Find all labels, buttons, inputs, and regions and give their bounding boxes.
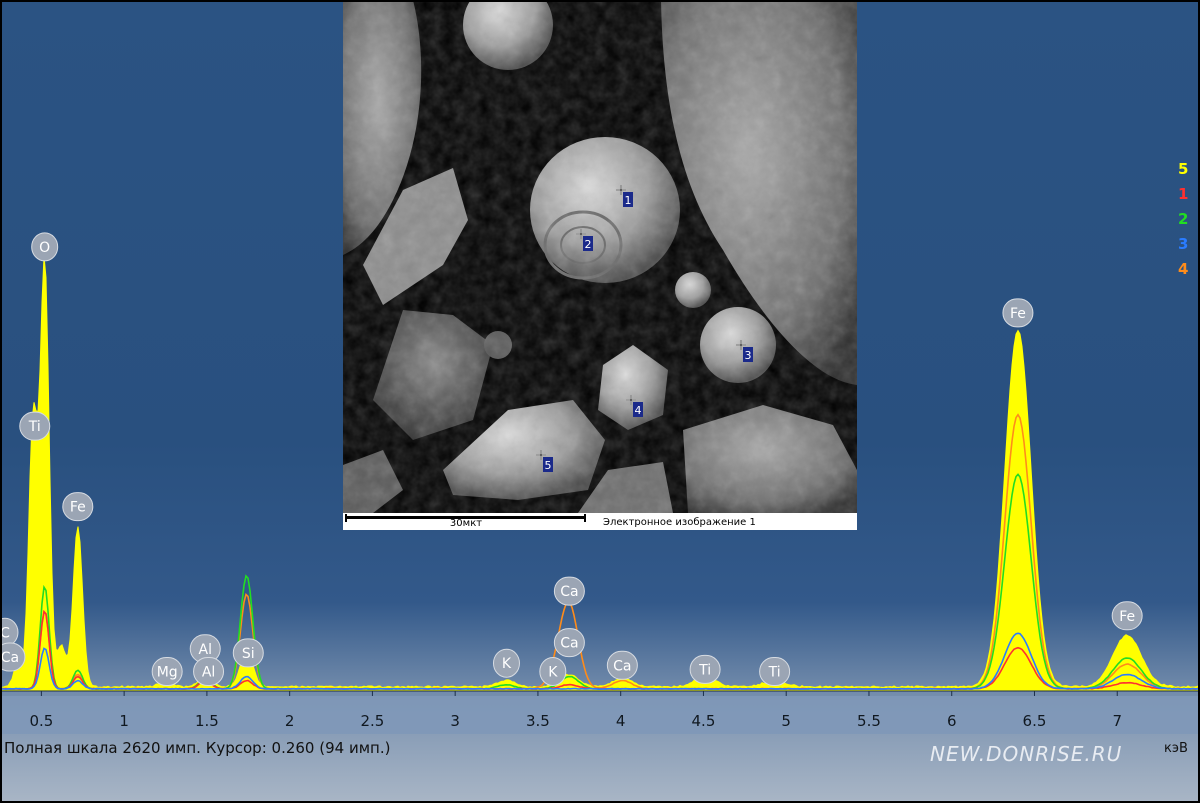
x-tick-label: 1.5	[195, 712, 219, 730]
x-tick-label: 3	[450, 712, 460, 730]
label-text: Al	[199, 642, 212, 658]
element-label-fe: Fe	[62, 492, 94, 522]
point-number: 2	[585, 238, 592, 251]
particles	[343, 0, 857, 513]
legend-item-3: 3	[1178, 235, 1189, 253]
sem-image-panel: 1 2 3 4 5 30мкт Электронное изображение 1	[343, 0, 857, 530]
element-label-fe: Fe	[1111, 601, 1143, 631]
x-tick-label: 3.5	[526, 712, 550, 730]
status-readout: Полная шкала 2620 имп. Курсор: 0.260 (94…	[4, 739, 391, 757]
element-label-c: C	[0, 617, 19, 647]
label-text: Ca	[1, 650, 19, 666]
x-tick-label: 0.5	[29, 712, 53, 730]
label-text: O	[39, 240, 50, 256]
label-text: Si	[242, 646, 255, 662]
label-text: Ti	[28, 419, 41, 435]
x-axis-band	[0, 696, 1200, 734]
label-text: Fe	[1119, 609, 1135, 625]
sem-micrograph: 1 2 3 4 5	[343, 0, 857, 513]
label-text: Ti	[698, 662, 711, 678]
legend-item-4: 4	[1178, 260, 1189, 278]
label-text: Fe	[70, 500, 86, 516]
sem-footer: 30мкт Электронное изображение 1	[343, 513, 857, 530]
legend-item-2: 2	[1178, 210, 1189, 228]
point-number: 1	[625, 194, 632, 207]
element-label-ca: Ca	[553, 576, 585, 606]
point-number: 5	[545, 459, 552, 472]
label-text: Ca	[560, 584, 578, 600]
legend-item-5: 5	[1178, 160, 1189, 178]
element-label-ti: Ti	[19, 411, 51, 441]
label-text: C	[0, 625, 10, 641]
element-label-fe: Fe	[1002, 298, 1034, 328]
legend-item-1: 1	[1178, 185, 1189, 203]
watermark: NEW.DONRISE.RU	[930, 742, 1123, 766]
element-label-o: O	[31, 232, 59, 262]
element-label-ca: Ca	[606, 650, 638, 680]
x-tick-label: 6	[947, 712, 957, 730]
label-text: Ca	[560, 636, 578, 652]
x-tick-label: 5	[781, 712, 791, 730]
element-label-ti: Ti	[689, 654, 721, 684]
x-tick-label: 4.5	[692, 712, 716, 730]
x-axis-unit: кэВ	[1164, 741, 1188, 756]
scale-bar-label: 30мкт	[449, 518, 483, 529]
element-label-k: K	[492, 648, 520, 678]
label-text: Mg	[157, 664, 178, 680]
element-label-mg: Mg	[151, 656, 183, 686]
x-tick-label: 6.5	[1023, 712, 1047, 730]
point-number: 4	[635, 404, 642, 417]
element-label-ca: Ca	[553, 628, 585, 658]
x-tick-label: 1	[119, 712, 129, 730]
label-text: K	[502, 656, 512, 672]
label-text: Ti	[768, 664, 781, 680]
label-text: Ca	[613, 658, 631, 674]
element-label-al: Al	[193, 656, 225, 686]
x-tick-label: 5.5	[857, 712, 881, 730]
image-caption: Электронное изображение 1	[603, 517, 756, 528]
element-label-ca: Ca	[0, 642, 26, 672]
point-number: 3	[745, 349, 752, 362]
x-tick-label: 2	[285, 712, 295, 730]
element-label-ti: Ti	[759, 656, 791, 686]
label-text: K	[548, 664, 558, 680]
x-tick-label: 2.5	[360, 712, 384, 730]
element-label-si: Si	[232, 638, 264, 668]
x-tick-label: 4	[616, 712, 626, 730]
x-tick-label: 7	[1112, 712, 1122, 730]
element-label-k: K	[539, 656, 567, 686]
label-text: Al	[202, 664, 215, 680]
eds-window: 0.5 1 1.5 2 2.5 3 3.5 4 4.5 5 5.5 6 6.5 7 O Ti Fe C Ca Mg Al…	[0, 0, 1200, 803]
label-text: Fe	[1010, 306, 1026, 322]
